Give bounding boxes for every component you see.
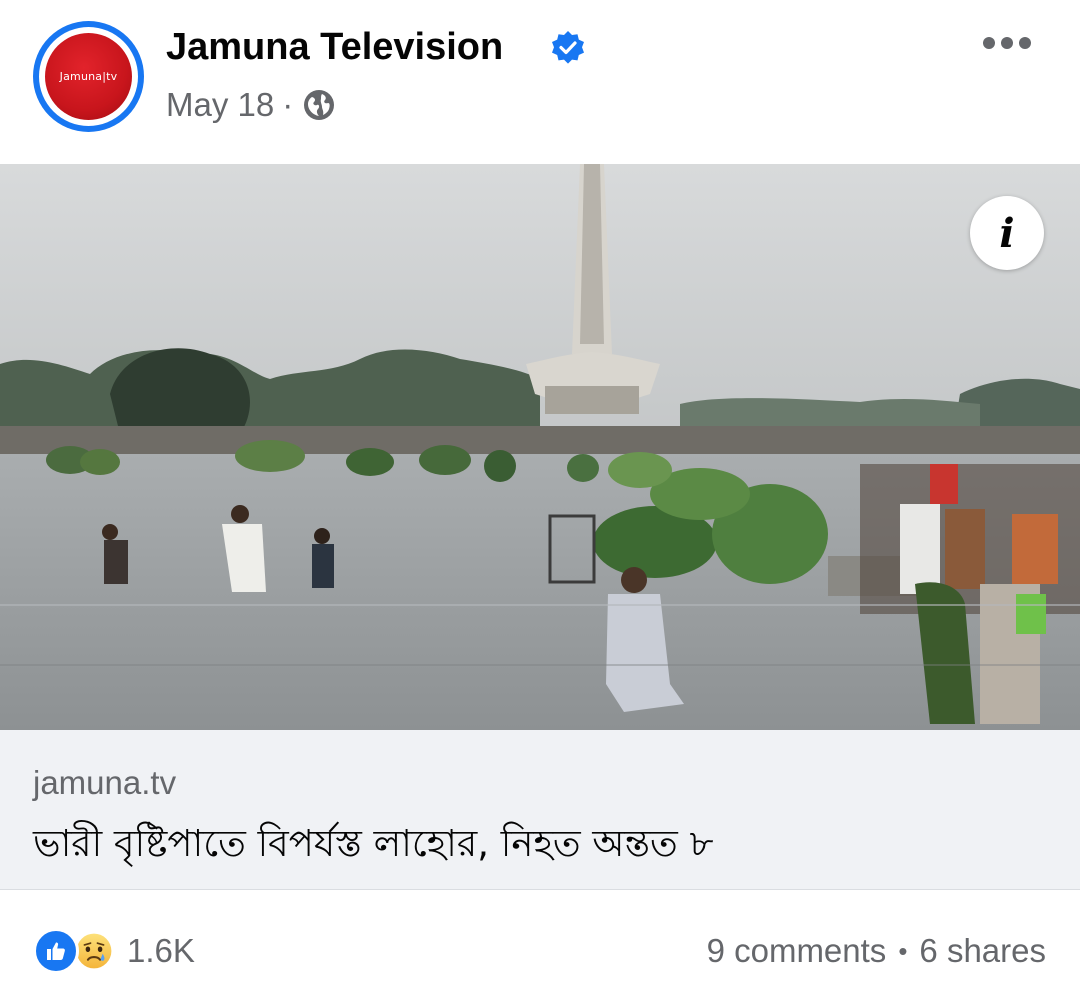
post-image[interactable]: i	[0, 164, 1080, 730]
info-icon: i	[999, 209, 1015, 257]
flooded-park-photo	[0, 164, 1080, 730]
link-preview[interactable]: jamuna.tv ভারী বৃষ্টিপাতে বিপর্যস্ত লাহো…	[0, 730, 1080, 890]
engagement-bar: 1.6K 9 comments • 6 shares	[0, 890, 1080, 1000]
page-avatar[interactable]: Jamuna|tv	[33, 21, 144, 132]
page-name-link[interactable]: Jamuna Television	[166, 26, 503, 69]
post-meta: May 18 ·	[166, 86, 335, 124]
post-stats: 9 comments • 6 shares	[707, 932, 1046, 970]
avatar-logo-text: Jamuna|tv	[59, 70, 118, 83]
meta-separator: ·	[282, 86, 294, 123]
jamuna-tv-logo: Jamuna|tv	[45, 33, 132, 120]
post-header: Jamuna|tv Jamuna Television May 18 ·	[0, 0, 1080, 164]
verified-badge-icon	[552, 31, 584, 64]
shares-count-link[interactable]: 6 shares	[919, 932, 1046, 970]
link-headline: ভারী বৃষ্টিপাতে বিপর্যস্ত লাহোর, নিহত অন…	[33, 822, 714, 865]
reactions-summary[interactable]: 1.6K	[33, 928, 195, 974]
reaction-count: 1.6K	[127, 932, 195, 969]
more-options-icon[interactable]	[983, 36, 1031, 50]
like-icon	[33, 928, 79, 974]
post-date[interactable]: May 18	[166, 86, 274, 124]
link-domain: jamuna.tv	[33, 764, 177, 801]
info-button[interactable]: i	[970, 196, 1044, 270]
comments-count-link[interactable]: 9 comments	[707, 932, 887, 970]
globe-icon[interactable]	[303, 89, 335, 121]
stats-separator: •	[898, 935, 908, 966]
